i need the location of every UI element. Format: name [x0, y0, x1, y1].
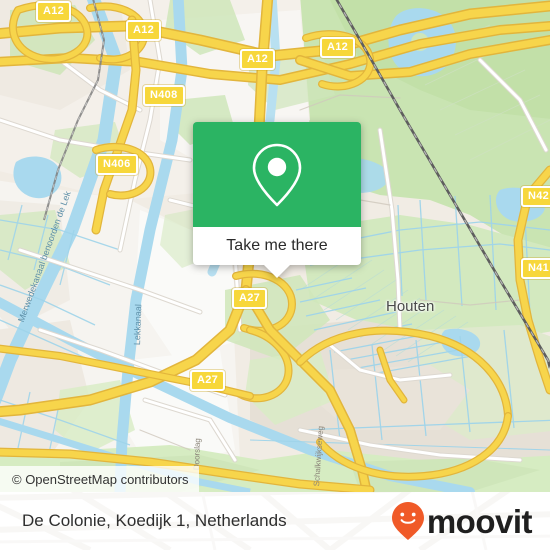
moovit-pin-smiley-icon — [391, 502, 424, 540]
road-shield-n42[interactable]: N42 — [521, 186, 550, 207]
moovit-logo[interactable]: moovit — [391, 501, 533, 541]
road-shield-a12-3[interactable]: A12 — [240, 49, 276, 70]
road-shield-n41[interactable]: N41 — [521, 258, 550, 279]
road-shield-a12-2[interactable]: A12 — [126, 20, 162, 41]
take-me-there-popup[interactable]: Take me there — [193, 122, 361, 278]
map-pin-icon — [252, 143, 302, 206]
osm-attribution-text: © OpenStreetMap contributors — [12, 471, 189, 487]
road-shield-n406[interactable]: N406 — [96, 154, 138, 175]
road-shield-a12-4[interactable]: A12 — [320, 37, 356, 58]
road-shield-a27-1[interactable]: A27 — [232, 288, 268, 309]
map-canvas[interactable]: .mcase { stroke:#e2b53c; fill:none; stro… — [0, 0, 550, 492]
moovit-wordmark: moovit — [426, 502, 533, 540]
take-me-there-button[interactable]: Take me there — [193, 227, 361, 265]
take-me-there-label: Take me there — [226, 237, 328, 254]
footer-bar: De Colonie, Koedijk 1, Netherlands moovi… — [0, 492, 550, 550]
road-shield-a27-2[interactable]: A27 — [190, 370, 226, 391]
road-shield-a12-1[interactable]: A12 — [36, 1, 72, 22]
popup-icon-panel — [193, 122, 361, 227]
osm-attribution[interactable]: © OpenStreetMap contributors — [0, 466, 199, 492]
location-address: De Colonie, Koedijk 1, Netherlands — [22, 511, 287, 530]
map-screenshot: .mcase { stroke:#e2b53c; fill:none; stro… — [0, 0, 550, 550]
popup-pointer-tail — [264, 265, 290, 278]
road-shield-n408[interactable]: N408 — [143, 85, 185, 106]
